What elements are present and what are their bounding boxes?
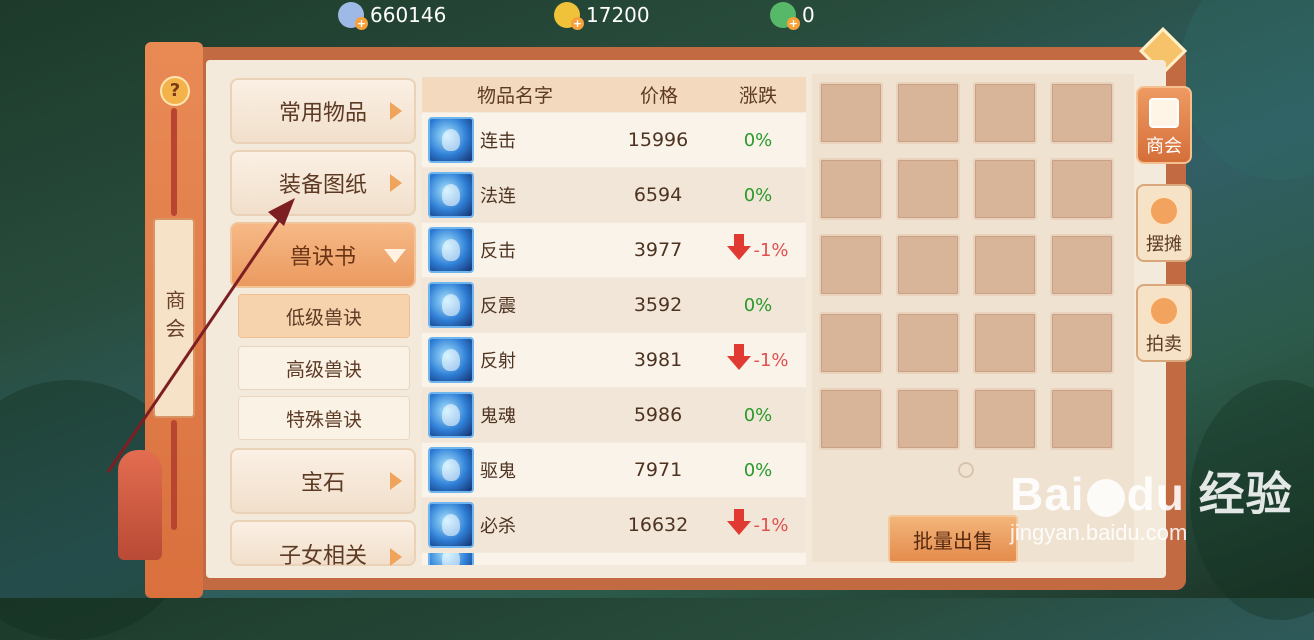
watermark-logo-text: Bai: [1010, 468, 1085, 520]
baidu-watermark: Bai du 经验 jingyan.baidu.com: [1010, 458, 1293, 546]
watermark-logo-text: du: [1126, 468, 1185, 520]
paw-logo-icon: [1086, 478, 1125, 517]
watermark-logo-text: 经验: [1198, 468, 1293, 520]
